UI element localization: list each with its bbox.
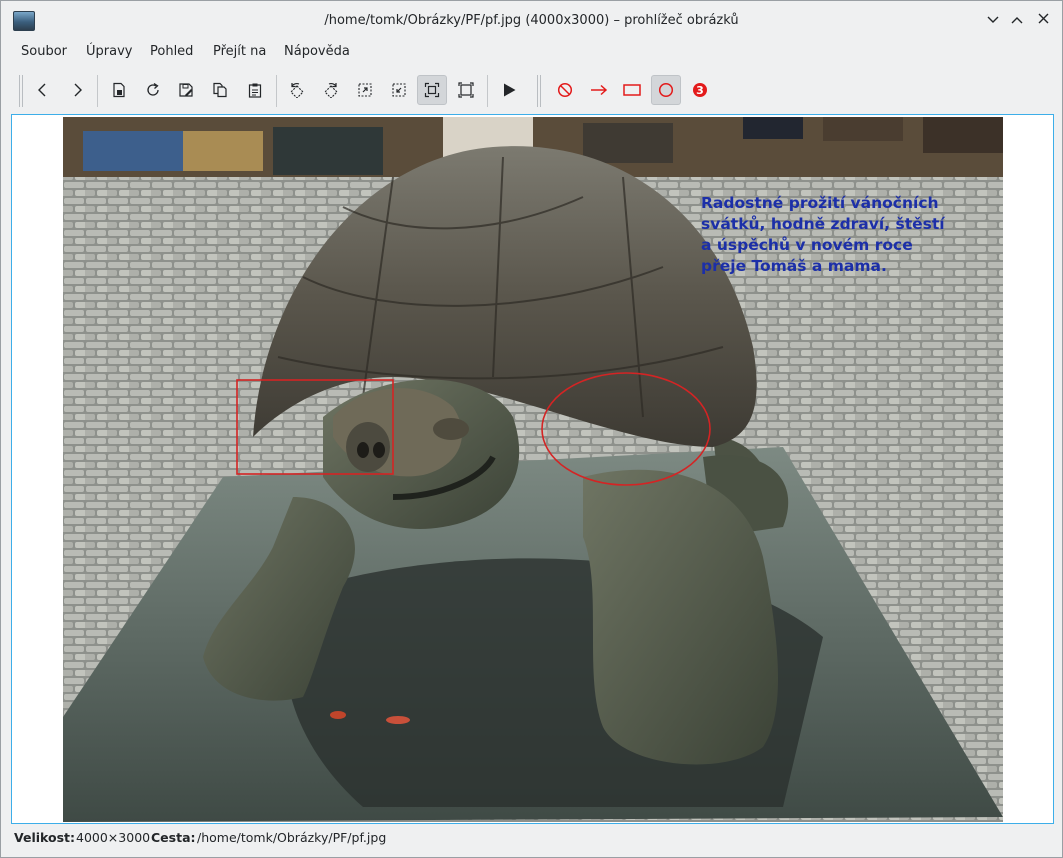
slideshow-icon bbox=[504, 83, 516, 97]
fullscreen-icon bbox=[458, 82, 474, 98]
minimize-button[interactable] bbox=[983, 11, 1003, 31]
rotate-left-button[interactable] bbox=[282, 75, 312, 105]
rotate-left-icon bbox=[290, 82, 304, 98]
slideshow-button[interactable] bbox=[494, 75, 524, 105]
zoom-to-fit-button[interactable] bbox=[417, 75, 447, 105]
file-icon bbox=[113, 82, 125, 98]
photo: Radostné prožití vánočních svátků, hodně… bbox=[63, 117, 1003, 822]
maximize-button[interactable] bbox=[1007, 11, 1027, 31]
copy-icon bbox=[213, 82, 227, 98]
greeting-text: Radostné prožití vánočních svátků, hodně… bbox=[701, 194, 945, 275]
path-value: /home/tomk/Obrázky/PF/pf.jpg bbox=[197, 830, 387, 845]
menu-view[interactable]: Pohled bbox=[150, 44, 193, 59]
number-annotation-icon: 3 bbox=[693, 83, 707, 97]
size-value: 4000×3000 bbox=[76, 830, 151, 845]
menu-go[interactable]: Přejít na bbox=[213, 44, 266, 59]
no-annotation-icon bbox=[557, 82, 573, 98]
toolbar-handle[interactable] bbox=[537, 75, 538, 107]
zoom-original-icon bbox=[392, 83, 406, 97]
previous-button[interactable] bbox=[28, 75, 58, 105]
toolbar-separator bbox=[276, 75, 277, 107]
size-label: Velikost: bbox=[14, 830, 76, 845]
menu-help[interactable]: Nápověda bbox=[284, 44, 350, 59]
zoom-fit-icon bbox=[358, 83, 372, 97]
chevron-down-icon bbox=[987, 16, 999, 23]
rotate-right-icon bbox=[324, 82, 338, 98]
arrow-annotation-button[interactable] bbox=[584, 75, 614, 105]
copy-button[interactable] bbox=[205, 75, 235, 105]
save-as-button[interactable] bbox=[171, 75, 201, 105]
toolbar-handle[interactable] bbox=[19, 75, 20, 107]
menu-file[interactable]: Soubor bbox=[21, 44, 67, 59]
title-bar[interactable]: /home/tomk/Obrázky/PF/pf.jpg (4000x3000)… bbox=[1, 1, 1062, 39]
reload-icon bbox=[147, 82, 159, 96]
arrow-annotation-icon bbox=[591, 84, 608, 96]
toolbar-handle-2[interactable] bbox=[540, 75, 541, 107]
paste-button[interactable] bbox=[240, 75, 270, 105]
svg-text:3: 3 bbox=[696, 84, 704, 97]
zoom-in-button[interactable] bbox=[350, 75, 380, 105]
chevron-right-icon bbox=[74, 83, 82, 97]
close-icon bbox=[1038, 13, 1048, 24]
next-button[interactable] bbox=[62, 75, 92, 105]
save-as-icon bbox=[179, 83, 193, 97]
no-annotation-button[interactable] bbox=[550, 75, 580, 105]
ellipse-annotation-icon bbox=[658, 82, 674, 98]
menu-bar: Soubor Úpravy Pohled Přejít na Nápověda bbox=[1, 41, 1062, 65]
close-button[interactable] bbox=[1033, 11, 1053, 31]
status-bar: Velikost: 4000×3000 Cesta: /home/tomk/Ob… bbox=[1, 827, 1062, 849]
number-annotation-button[interactable]: 3 bbox=[685, 75, 715, 105]
image-viewer-window: /home/tomk/Obrázky/PF/pf.jpg (4000x3000)… bbox=[0, 0, 1063, 858]
ellipse-annotation-button[interactable] bbox=[651, 75, 681, 105]
toolbar-handle-2[interactable] bbox=[22, 75, 23, 107]
rectangle-annotation-icon bbox=[623, 84, 641, 96]
reload-button[interactable] bbox=[138, 75, 168, 105]
chevron-up-icon bbox=[1011, 17, 1023, 24]
rectangle-annotation-button[interactable] bbox=[617, 75, 647, 105]
zoom-to-fit-icon bbox=[424, 82, 440, 98]
open-file-button[interactable] bbox=[104, 75, 134, 105]
toolbar-separator bbox=[97, 75, 98, 107]
chevron-left-icon bbox=[38, 83, 46, 97]
zoom-out-button[interactable] bbox=[384, 75, 414, 105]
menu-edit[interactable]: Úpravy bbox=[86, 44, 132, 59]
toolbar: 3 bbox=[1, 71, 1062, 109]
clipboard-icon bbox=[248, 83, 262, 98]
fullscreen-button[interactable] bbox=[451, 75, 481, 105]
window-title: /home/tomk/Obrázky/PF/pf.jpg (4000x3000)… bbox=[324, 13, 739, 28]
toolbar-separator bbox=[487, 75, 488, 107]
rotate-right-button[interactable] bbox=[316, 75, 346, 105]
image-viewport[interactable]: Radostné prožití vánočních svátků, hodně… bbox=[11, 114, 1054, 824]
path-label: Cesta: bbox=[151, 830, 196, 845]
